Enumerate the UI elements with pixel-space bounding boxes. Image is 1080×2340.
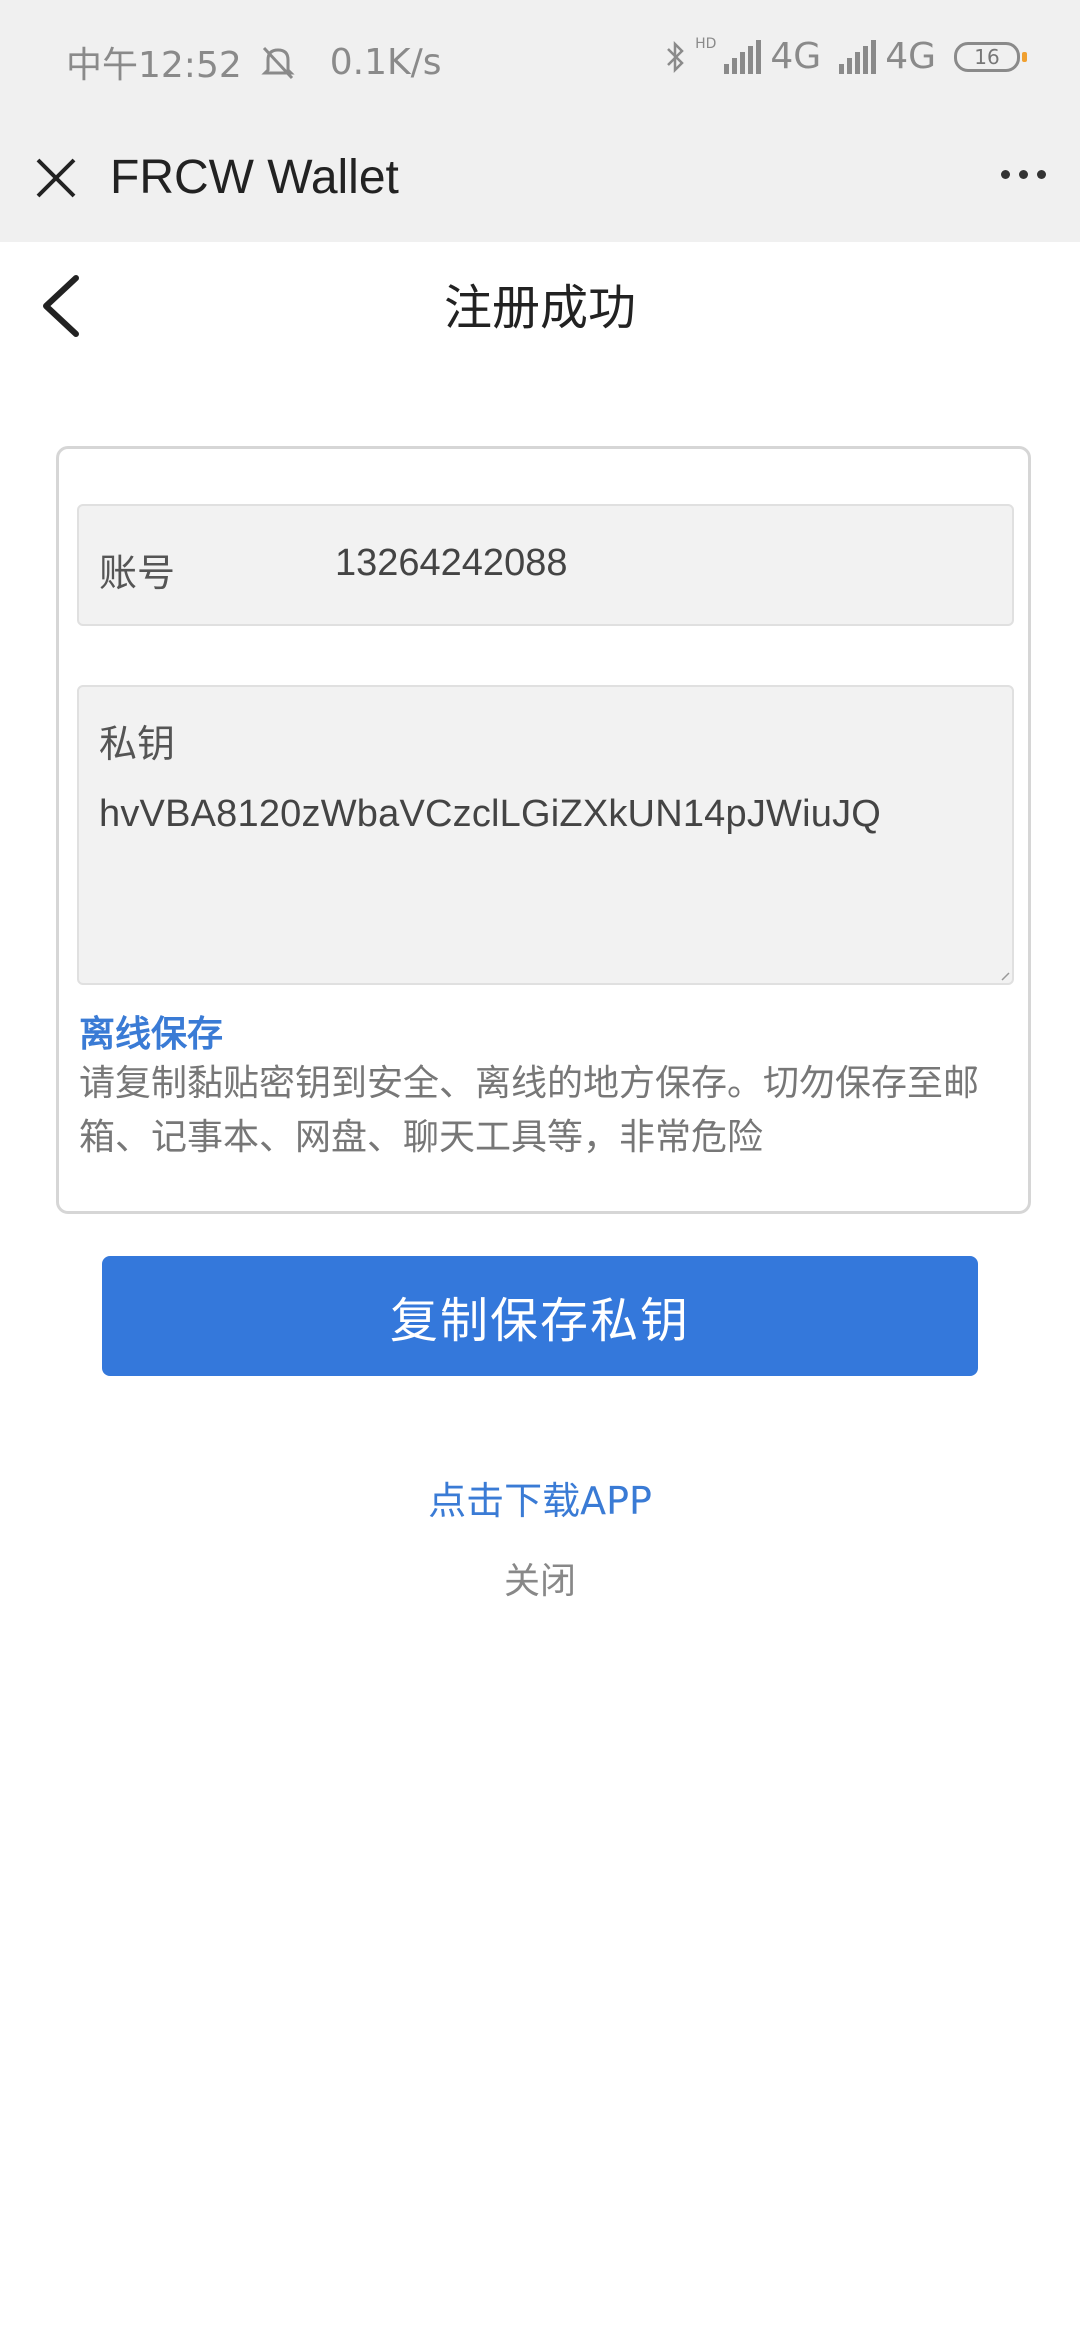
offline-save-description: 请复制黏贴密钥到安全、离线的地方保存。切勿保存至邮箱、记事本、网盘、聊天工具等，… xyxy=(79,1063,980,1158)
page-header: 注册成功 xyxy=(0,242,1080,362)
registration-card: 账号 13264242088 私钥 hvVBA8120zWbaVCzclLGiZ… xyxy=(56,446,1031,1214)
status-bar: 中午12:52 0.1K/s HD 4G 4G 16 xyxy=(0,0,1080,118)
account-label: 账号 xyxy=(99,551,176,595)
private-key-value: hvVBA8120zWbaVCzclLGiZXkUN14pJWiuJQ xyxy=(99,793,882,835)
battery-icon: 16 xyxy=(954,41,1027,72)
offline-save-title: 离线保存 xyxy=(79,1014,224,1055)
account-value: 13264242088 xyxy=(335,542,568,584)
status-time: 中午12:52 xyxy=(66,45,242,86)
close-icon[interactable] xyxy=(34,156,78,200)
private-key-field[interactable]: 私钥 hvVBA8120zWbaVCzclLGiZXkUN14pJWiuJQ xyxy=(77,685,1014,985)
battery-level: 16 xyxy=(974,44,1000,69)
status-left: 中午12:52 0.1K/s xyxy=(66,36,442,88)
private-key-label: 私钥 xyxy=(99,722,176,766)
hd-badge: HD xyxy=(695,36,717,52)
status-right: HD 4G 4G 16 xyxy=(663,36,1027,77)
account-field: 账号 13264242088 xyxy=(77,504,1014,626)
network-type: 4G xyxy=(770,36,822,77)
copy-private-key-button[interactable]: 复制保存私钥 xyxy=(102,1256,978,1376)
app-title: FRCW Wallet xyxy=(110,151,399,204)
signal-icon xyxy=(724,39,764,74)
page-title: 注册成功 xyxy=(443,280,636,336)
signal-icon xyxy=(839,39,879,74)
bluetooth-icon xyxy=(667,40,684,73)
download-app-link[interactable]: 点击下载APP xyxy=(0,1470,1080,1525)
more-icon[interactable] xyxy=(992,170,1046,179)
resize-handle-icon xyxy=(1001,972,1010,981)
bell-muted-icon xyxy=(261,46,295,80)
network-type: 4G xyxy=(885,36,936,77)
close-link[interactable]: 关闭 xyxy=(0,1552,1080,1604)
app-bar: FRCW Wallet xyxy=(0,118,1080,242)
status-speed: 0.1K/s xyxy=(329,41,442,83)
